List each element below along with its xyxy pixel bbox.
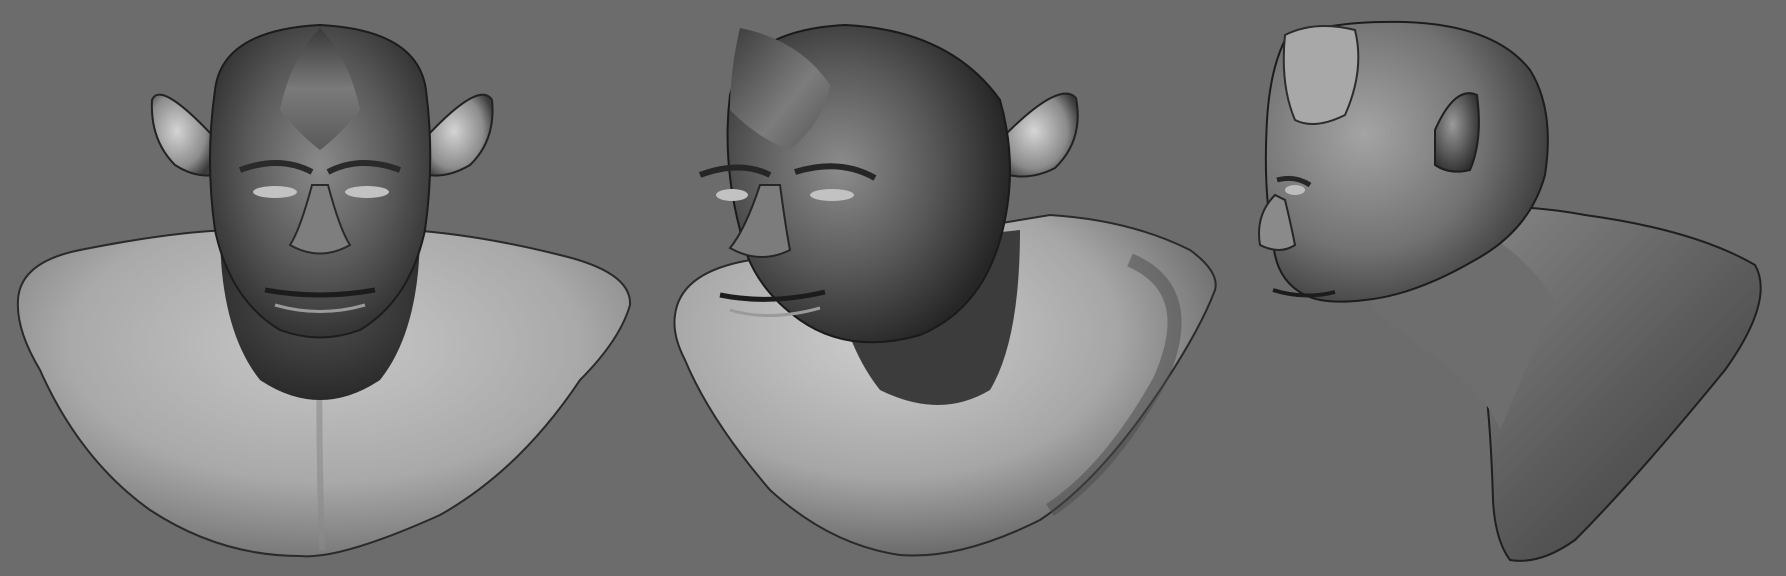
side-profile-view <box>1255 0 1786 576</box>
eye <box>1285 185 1305 195</box>
front-bust-render <box>16 23 632 558</box>
right-ear <box>427 93 494 177</box>
side-bust-render <box>1258 20 1762 562</box>
left-eye <box>716 189 748 201</box>
right-eye <box>345 186 389 198</box>
ear <box>1003 92 1079 178</box>
right-eye <box>810 189 854 201</box>
head-crest <box>1282 25 1360 125</box>
render-canvas <box>0 0 1786 576</box>
left-ear <box>150 93 217 177</box>
three-quarter-bust-render <box>673 23 1217 557</box>
three-quarter-view <box>660 0 1240 576</box>
front-view <box>0 0 640 576</box>
left-eye <box>253 186 297 198</box>
